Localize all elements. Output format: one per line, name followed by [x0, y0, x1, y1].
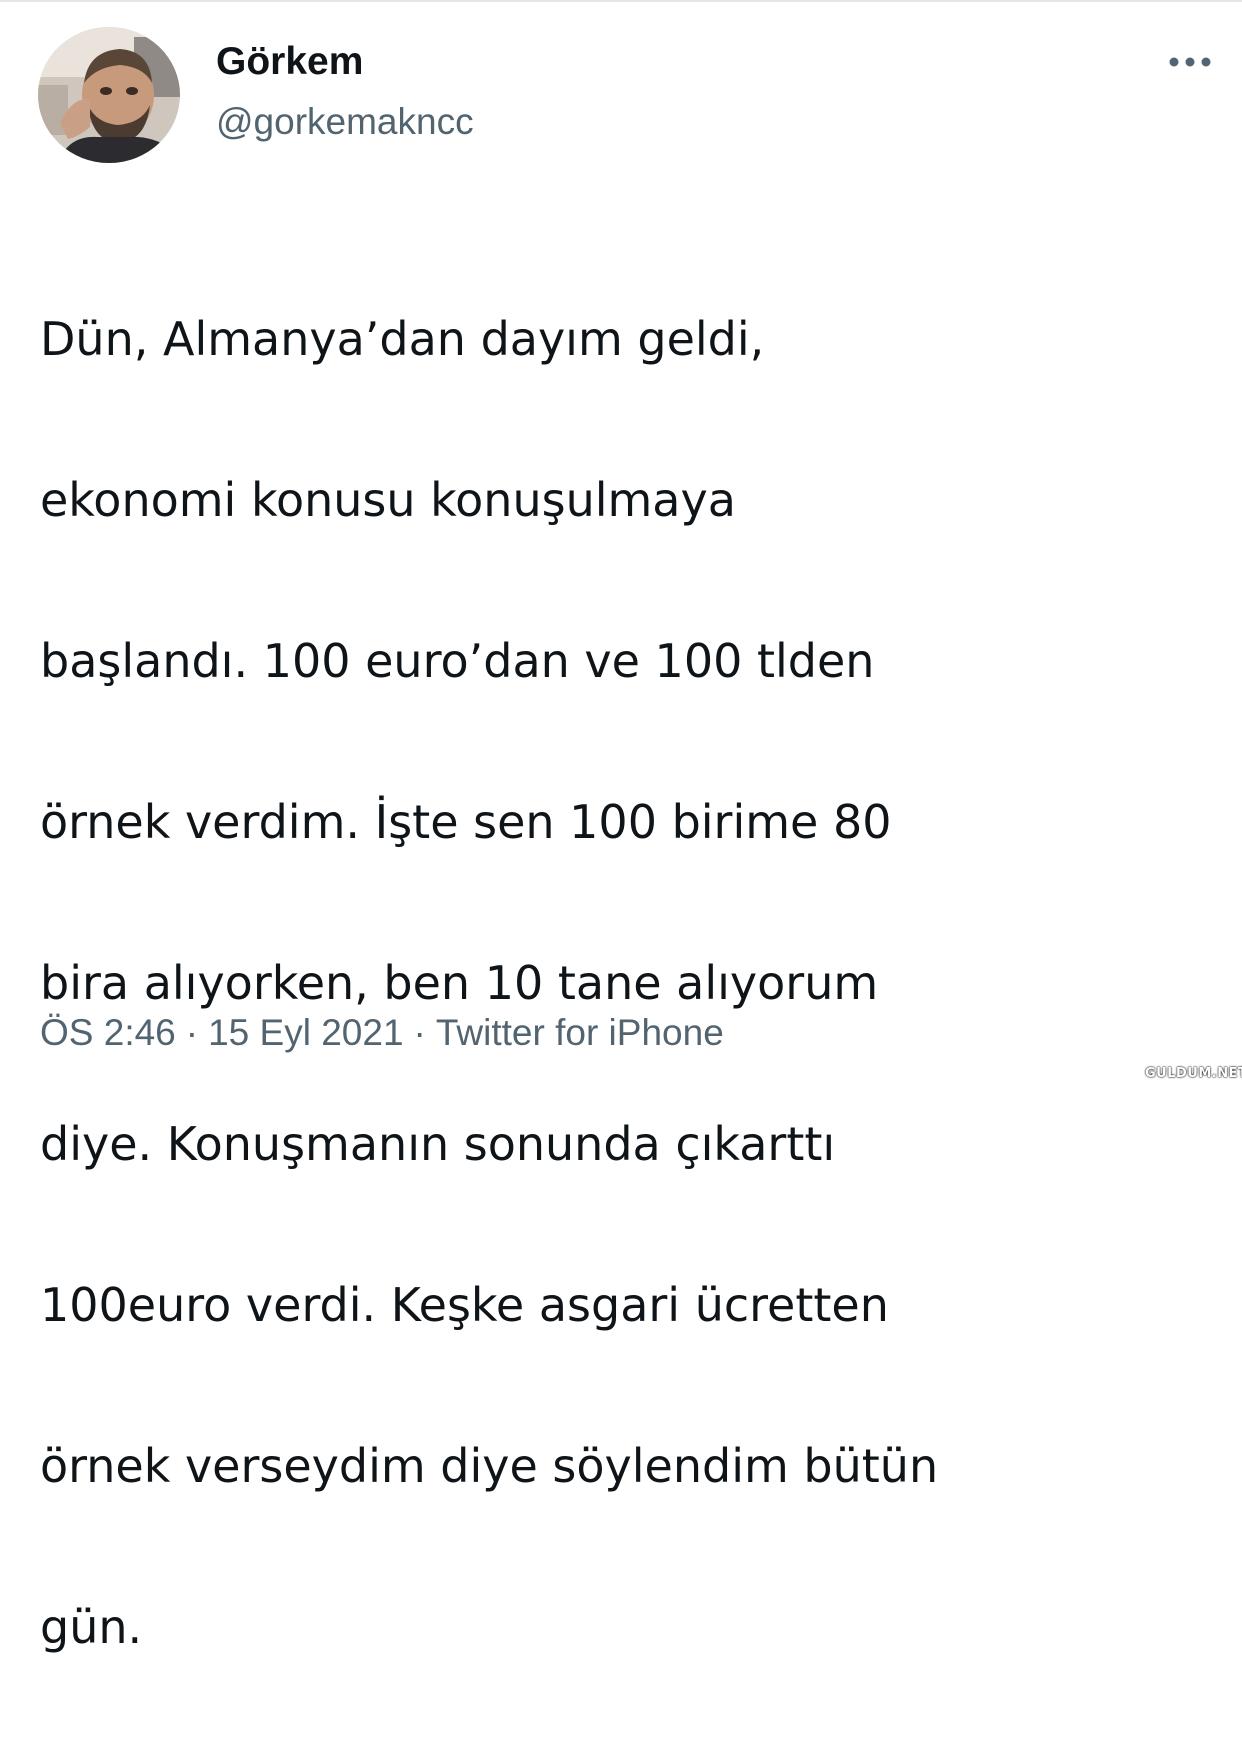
tweet-line: 100euro verdi. Keşke asgari ücretten — [40, 1277, 889, 1332]
separator: · — [185, 1012, 199, 1053]
divider — [0, 0, 1242, 2]
display-name[interactable]: Görkem — [216, 38, 363, 86]
tweet-metadata: ÖS 2:46 · 15 Eyl 2021 · Twitter for iPhone — [40, 1008, 724, 1058]
more-button[interactable] — [1160, 40, 1220, 84]
avatar[interactable] — [38, 27, 180, 163]
tweet-line: diye. Konuşmanın sonunda çıkarttı — [40, 1116, 836, 1171]
user-handle[interactable]: @gorkemakncc — [216, 98, 474, 146]
separator: · — [413, 1012, 426, 1053]
tweet-date[interactable]: 15 Eyl 2021 — [208, 1012, 403, 1053]
more-horizontal-icon — [1169, 57, 1211, 67]
watermark: GULDUM.NET — [1145, 1066, 1242, 1081]
tweet-source-link[interactable]: Twitter for iPhone — [436, 1012, 724, 1053]
tweet-line: gün. — [40, 1599, 143, 1654]
tweet-card: Görkem @gorkemakncc Dün, Almanya’dan day… — [0, 0, 1242, 1654]
tweet-line: başlandı. 100 euro’dan ve 100 tlden — [40, 633, 875, 688]
tweet-line: örnek verseydim diye söylendim bütün — [40, 1438, 939, 1493]
tweet-text: Dün, Almanya’dan dayım geldi, ekonomi ko… — [40, 218, 1220, 1748]
profile-photo-icon — [38, 27, 180, 163]
tweet-line: ekonomi konusu konuşulmaya — [40, 472, 736, 527]
tweet-line: Dün, Almanya’dan dayım geldi, — [40, 311, 765, 366]
tweet-time[interactable]: ÖS 2:46 — [40, 1012, 176, 1053]
tweet-line: örnek verdim. İşte sen 100 birime 80 — [40, 794, 892, 849]
